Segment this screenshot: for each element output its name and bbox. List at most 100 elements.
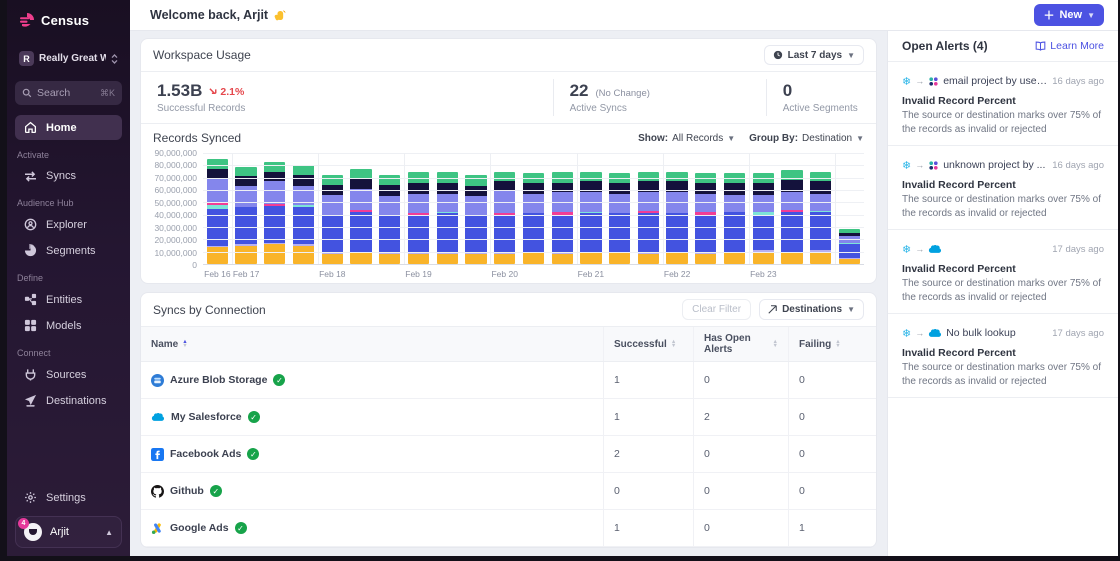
column-header-name[interactable]: Name▲▼ — [141, 327, 603, 361]
stat-value: 0 — [783, 81, 792, 101]
salesforce-icon — [151, 412, 165, 422]
column-header-has-open-alerts[interactable]: Has Open Alerts▲▼ — [693, 327, 788, 361]
stacked-bar[interactable] — [207, 159, 228, 264]
show-filter-dropdown[interactable]: Show: All Records ▼ — [638, 133, 735, 144]
alert-item[interactable]: ❄→17 days agoInvalid Record PercentThe s… — [888, 230, 1118, 314]
connection-name-cell: Azure Blob Storage✓ — [141, 362, 603, 398]
group-by-dropdown[interactable]: Group By: Destination ▼ — [749, 133, 864, 144]
stacked-bar[interactable] — [437, 172, 458, 265]
stat-label: Active Syncs — [570, 103, 750, 114]
stacked-bar[interactable] — [781, 170, 802, 264]
snowflake-icon: ❄ — [902, 324, 911, 342]
gridline — [203, 165, 864, 166]
stat-note: (No Change) — [596, 88, 650, 99]
bar-segment-green — [235, 167, 256, 177]
alert-item[interactable]: ❄→No bulk lookup17 days agoInvalid Recor… — [888, 314, 1118, 398]
gridline — [203, 227, 864, 228]
snowflake-icon: ❄ — [902, 72, 911, 90]
sidebar-item-sources[interactable]: Sources — [15, 362, 122, 387]
successful-cell: 1 — [603, 399, 693, 435]
stacked-bar[interactable] — [810, 172, 831, 265]
sidebar-item-segments[interactable]: Segments — [15, 238, 122, 263]
welcome-heading: Welcome back, Arjit — [150, 8, 286, 22]
sidebar-item-entities[interactable]: Entities — [15, 287, 122, 312]
table-row[interactable]: Google Ads✓101 — [141, 510, 876, 547]
census-logo[interactable]: Census — [7, 0, 130, 38]
bar-segment-amber — [609, 253, 630, 264]
table-row[interactable]: Azure Blob Storage✓100 — [141, 362, 876, 399]
verified-check-icon: ✓ — [273, 374, 285, 386]
snowflake-icon: ❄ — [902, 328, 911, 340]
stacked-bar[interactable] — [753, 173, 774, 264]
stat-top: 1.53B2.1% — [157, 81, 537, 101]
stacked-bar[interactable] — [350, 169, 371, 264]
bar-slot — [835, 153, 864, 264]
stacked-bar[interactable] — [580, 172, 601, 265]
alert-item[interactable]: ❄→unknown project by ...16 days agoInval… — [888, 146, 1118, 230]
bar-segment-periwinkle — [322, 195, 343, 216]
sidebar-item-destinations[interactable]: Destinations — [15, 388, 122, 413]
column-header-successful[interactable]: Successful▲▼ — [603, 327, 693, 361]
sidebar-item-explorer[interactable]: Explorer — [15, 212, 122, 237]
alert-name: Invalid Record Percent — [902, 95, 1104, 107]
bar-segment-amber — [666, 253, 687, 264]
facebook-icon — [151, 448, 164, 461]
clear-filter-button[interactable]: Clear Filter — [682, 299, 751, 320]
day-separator — [232, 153, 233, 264]
stacked-bar[interactable] — [695, 173, 716, 264]
table-row[interactable]: Github✓000 — [141, 473, 876, 510]
stacked-bar[interactable] — [638, 172, 659, 265]
bar-segment-amber — [264, 244, 285, 264]
bar-slot — [203, 153, 232, 264]
sidebar-item-label: Sources — [46, 369, 86, 381]
destinations-filter-button[interactable]: Destinations ▼ — [759, 299, 864, 320]
successful-cell: 2 — [603, 436, 693, 472]
alert-timestamp: 16 days ago — [1052, 76, 1104, 87]
stat-label: Active Segments — [783, 103, 860, 114]
sort-icon: ▲▼ — [835, 340, 840, 348]
learn-more-link[interactable]: Learn More — [1035, 40, 1104, 52]
sidebar-item-models[interactable]: Models — [15, 313, 122, 338]
x-tick-label: Feb 18 — [318, 269, 347, 279]
user-menu[interactable]: 4 Arjit ▲ — [15, 516, 122, 548]
sidebar-item-syncs[interactable]: Syncs — [15, 164, 122, 188]
column-header-failing[interactable]: Failing▲▼ — [788, 327, 876, 361]
table-row[interactable]: My Salesforce✓120 — [141, 399, 876, 436]
main-column: Welcome back, Arjit ＋ New ▼ Workspace Us… — [130, 0, 1118, 556]
chart-controls: Show: All Records ▼ Group By: Destinatio… — [638, 133, 864, 144]
search-shortcut: ⌘K — [100, 88, 115, 99]
alert-item[interactable]: ❄→email project by user...16 days agoInv… — [888, 62, 1118, 146]
verified-check-icon: ✓ — [248, 411, 260, 423]
usage-stat: 22(No Change)Active Syncs — [553, 79, 766, 116]
new-button[interactable]: ＋ New ▼ — [1034, 4, 1104, 26]
stacked-bar[interactable] — [724, 173, 745, 264]
clock-icon — [773, 50, 783, 60]
table-header-row: Name▲▼Successful▲▼Has Open Alerts▲▼Faili… — [141, 327, 876, 362]
table-card-title: Syncs by Connection — [153, 303, 266, 317]
search-input[interactable]: Search ⌘K — [15, 81, 122, 105]
bar-slot — [634, 153, 663, 264]
bar-segment-periwinkle — [523, 194, 544, 214]
table-card-header: Syncs by Connection Clear Filter Destina… — [141, 293, 876, 327]
bar-slot — [806, 153, 835, 264]
stacked-bar[interactable] — [666, 172, 687, 265]
table-row[interactable]: Facebook Ads✓200 — [141, 436, 876, 473]
date-range-button[interactable]: Last 7 days ▼ — [764, 45, 864, 65]
sidebar-item-home[interactable]: Home — [15, 115, 122, 140]
topbar: Welcome back, Arjit ＋ New ▼ — [130, 0, 1118, 31]
stat-delta: 2.1% — [209, 86, 244, 98]
stacked-bar[interactable] — [494, 172, 515, 265]
chart-y-axis: 90,000,00080,000,00070,000,00060,000,000… — [145, 153, 203, 265]
workspace-switcher[interactable]: R Really Great Worksp... — [15, 46, 122, 71]
x-tick-label — [691, 269, 720, 279]
stacked-bar[interactable] — [408, 172, 429, 265]
gridline — [203, 239, 864, 240]
stacked-bar[interactable] — [609, 173, 630, 264]
show-filter-label: Show: — [638, 133, 668, 144]
failing-cell: 1 — [788, 510, 876, 546]
bar-segment-green — [207, 159, 228, 169]
stacked-bar[interactable] — [552, 172, 573, 265]
sidebar-item-settings[interactable]: Settings — [15, 485, 122, 510]
stacked-bar[interactable] — [839, 229, 860, 264]
stacked-bar[interactable] — [523, 173, 544, 264]
